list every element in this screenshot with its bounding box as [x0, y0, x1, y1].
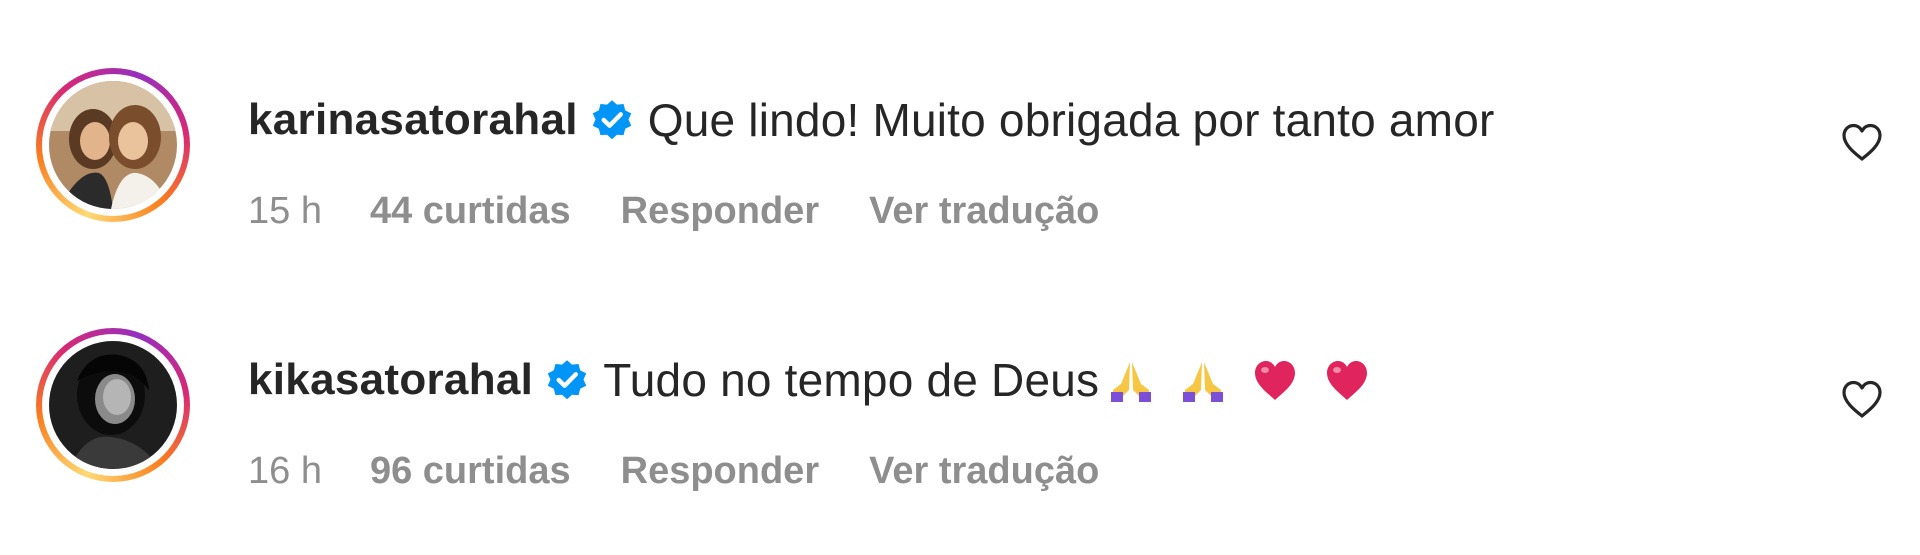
avatar-story-ring[interactable]: [36, 328, 190, 482]
red-heart-emoji: [1251, 356, 1299, 404]
reply-button[interactable]: Responder: [621, 190, 819, 233]
comment-item: karinasatorahal Que lindo! Muito obrigad…: [0, 60, 1920, 270]
folded-hands-emoji: [1179, 356, 1227, 404]
profile-photo-icon: [49, 341, 177, 469]
comment-timestamp: 15 h: [248, 189, 322, 232]
folded-hands-emoji: [1107, 356, 1155, 404]
likes-count-link[interactable]: 96 curtidas: [370, 450, 571, 493]
verified-badge-icon: [545, 358, 589, 402]
red-heart-emoji: [1323, 356, 1371, 404]
comment-meta: 15 h 44 curtidas Responder Ver tradução: [248, 188, 1099, 234]
avatar[interactable]: [49, 81, 177, 209]
username-link[interactable]: karinasatorahal: [248, 95, 578, 145]
likes-count-link[interactable]: 44 curtidas: [370, 190, 571, 233]
comment-text: Que lindo! Muito obrigada por tanto amor: [647, 94, 1495, 146]
profile-photo-icon: [49, 81, 177, 209]
comment-meta: 16 h 96 curtidas Responder Ver tradução: [248, 448, 1099, 494]
heart-outline-icon[interactable]: [1838, 118, 1886, 166]
verified-badge-icon: [590, 98, 634, 142]
heart-outline-icon[interactable]: [1838, 375, 1886, 423]
comment-text-row: kikasatorahal Tudo no tempo de Deus: [248, 350, 1371, 410]
comment-text: Tudo no tempo de Deus: [603, 354, 1100, 406]
see-translation-button[interactable]: Ver tradução: [869, 450, 1099, 493]
avatar-story-ring[interactable]: [36, 68, 190, 222]
username-link[interactable]: kikasatorahal: [248, 355, 533, 405]
reply-button[interactable]: Responder: [621, 450, 819, 493]
comment-timestamp: 16 h: [248, 449, 322, 492]
comment-item: kikasatorahal Tudo no tempo de Deus 16 h…: [0, 320, 1920, 530]
see-translation-button[interactable]: Ver tradução: [869, 190, 1099, 233]
comment-text-row: karinasatorahal Que lindo! Muito obrigad…: [248, 90, 1495, 150]
avatar[interactable]: [49, 341, 177, 469]
